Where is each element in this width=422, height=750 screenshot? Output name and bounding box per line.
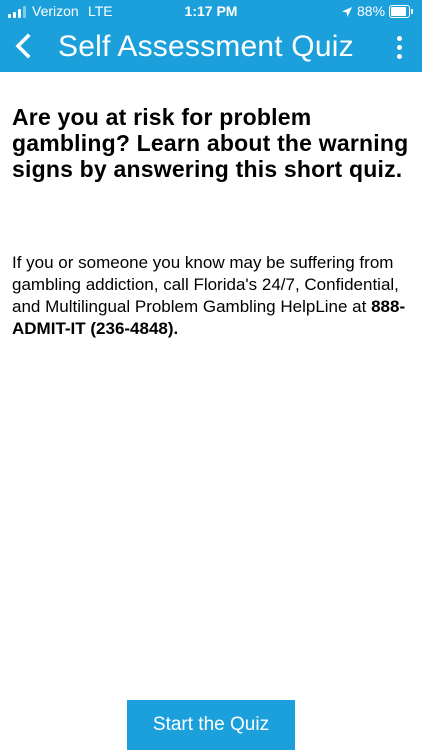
helpline-text: If you or someone you know may be suffer… [12, 253, 399, 316]
back-button[interactable] [10, 31, 36, 61]
page-title: Self Assessment Quiz [58, 30, 354, 63]
helpline-paragraph: If you or someone you know may be suffer… [12, 252, 412, 340]
overflow-menu-icon[interactable] [390, 34, 410, 62]
quiz-headline: Are you at risk for problem gambling? Le… [12, 104, 409, 182]
helpline-period: . [173, 319, 179, 338]
battery-icon [389, 5, 413, 18]
start-quiz-button[interactable]: Start the Quiz [127, 700, 295, 750]
app-header: Verizon LTE 1:17 PM 88% Self Assessment … [0, 0, 422, 72]
status-bar: Verizon LTE 1:17 PM 88% [0, 0, 422, 24]
battery-percentage: 88% [357, 3, 386, 19]
location-icon [342, 7, 352, 17]
